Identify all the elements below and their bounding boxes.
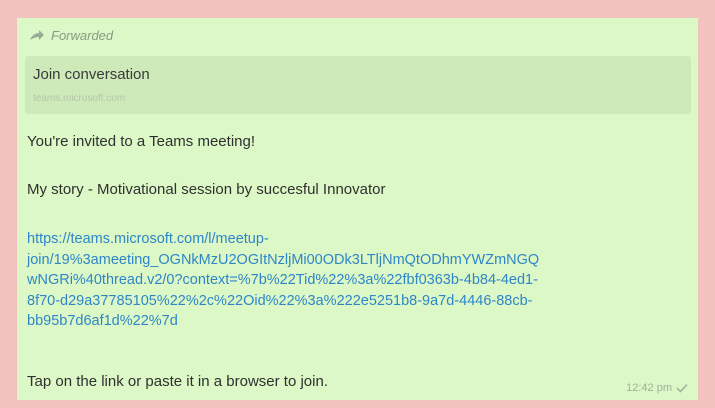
meeting-link-line[interactable]: join/19%3ameeting_OGNkMzU2OGItNzljMi00OD…	[27, 250, 687, 271]
meeting-link-line[interactable]: 8f70-d29a37785105%22%2c%22Oid%22%3a%222e…	[27, 291, 687, 312]
meeting-link-line[interactable]: wNGRi%40thread.v2/0?context=%7b%22Tid%22…	[27, 270, 687, 291]
meeting-link-line[interactable]: bb95b7d6af1d%22%7d	[27, 311, 687, 332]
forwarded-indicator: Forwarded	[29, 26, 113, 44]
message-meta: 12:42 pm	[626, 382, 688, 394]
preview-domain: teams.microsoft.com	[33, 93, 126, 104]
message-bubble[interactable]: Forwarded Join conversation teams.micros…	[17, 18, 698, 400]
meeting-link[interactable]: https://teams.microsoft.com/l/meetup- jo…	[27, 229, 687, 332]
message-line-title: My story - Motivational session by succe…	[27, 181, 386, 198]
message-line-instruction: Tap on the link or paste it in a browser…	[27, 373, 328, 390]
message-line-invite: You're invited to a Teams meeting!	[27, 133, 256, 150]
message-time: 12:42 pm	[626, 382, 672, 394]
link-preview[interactable]: Join conversation teams.microsoft.com	[25, 56, 691, 114]
forwarded-label: Forwarded	[51, 27, 114, 43]
single-check-icon	[676, 383, 688, 393]
preview-title: Join conversation	[33, 66, 150, 83]
forward-arrow-icon	[29, 29, 45, 41]
meeting-link-line[interactable]: https://teams.microsoft.com/l/meetup-	[27, 229, 687, 250]
